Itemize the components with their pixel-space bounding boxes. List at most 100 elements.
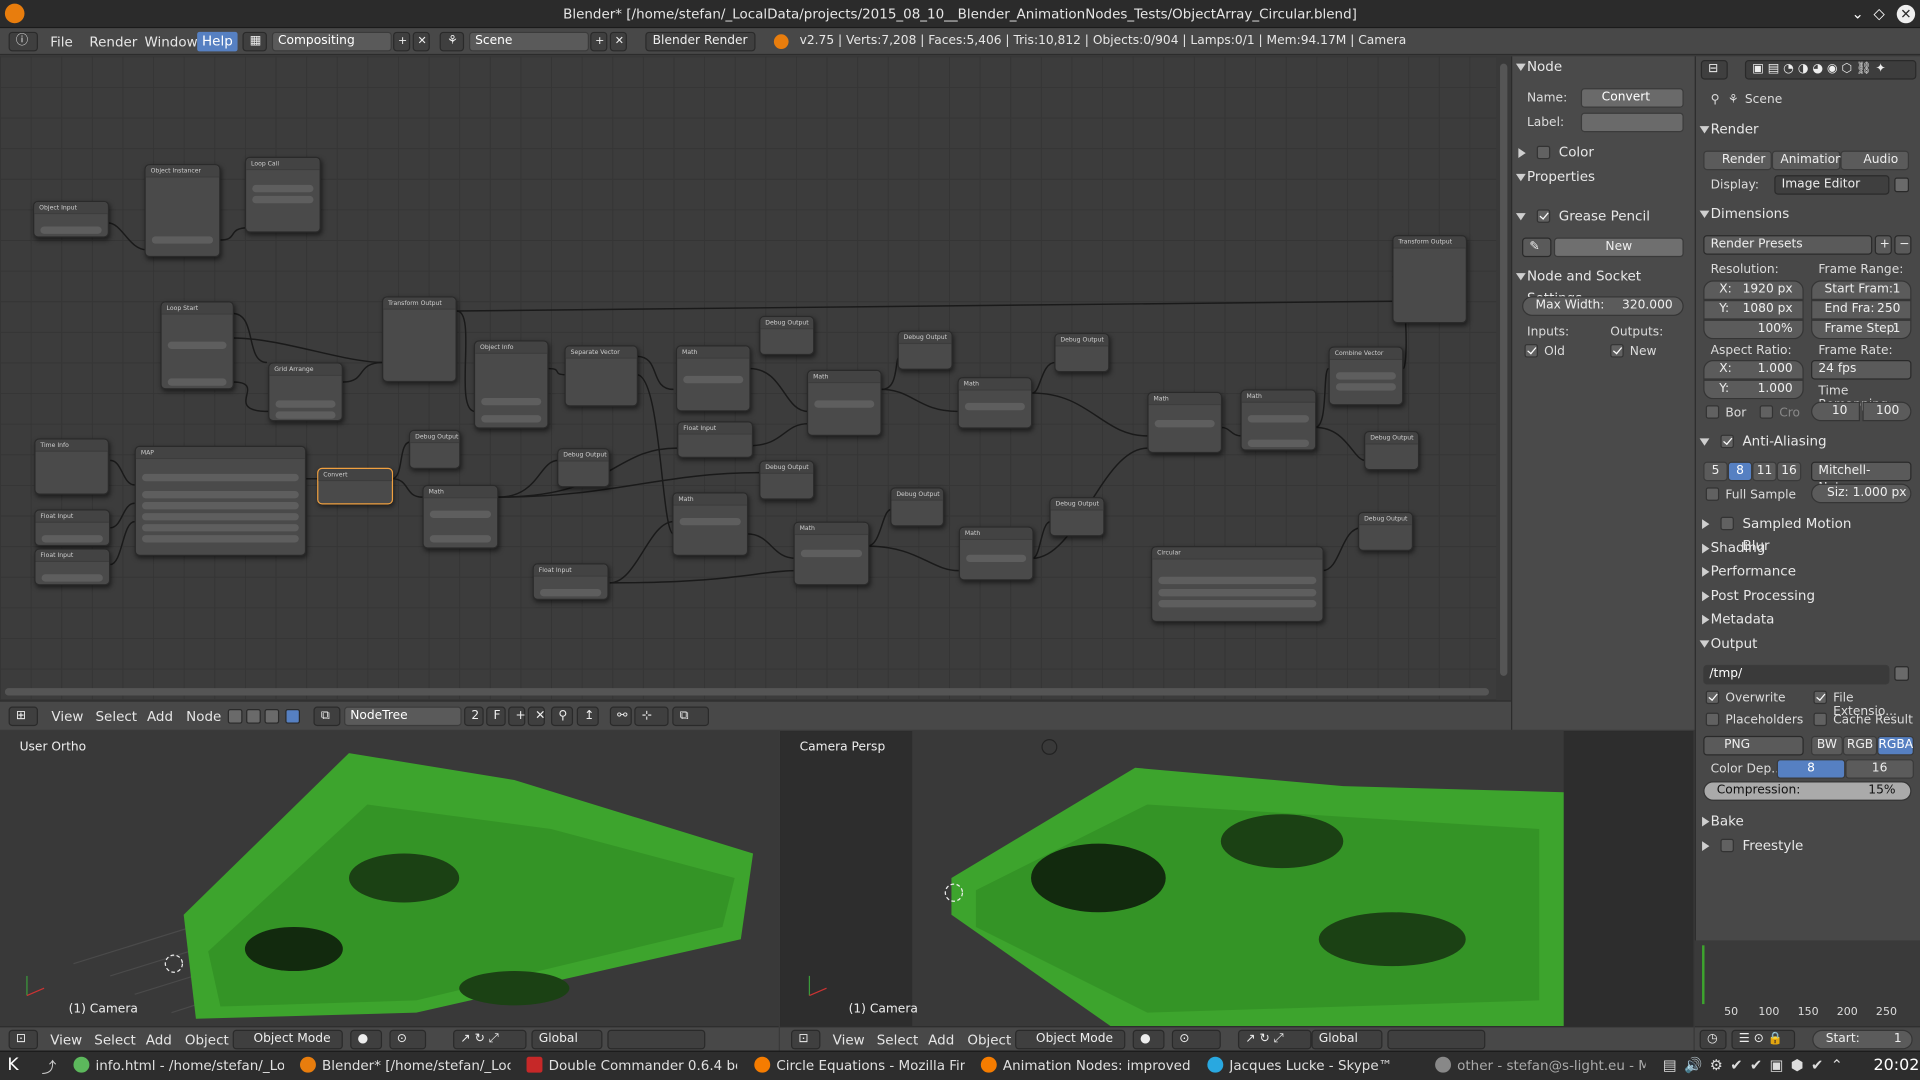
audio-button[interactable]: Audio (1840, 150, 1909, 171)
border-checkbox[interactable] (1705, 405, 1720, 419)
grease-pencil-browse-icon[interactable]: ✎ (1522, 237, 1552, 258)
res-y-field[interactable]: Y: 1080 px (1703, 300, 1804, 320)
cache-result-checkbox[interactable] (1813, 712, 1827, 727)
editor-type-3dview-left-icon[interactable]: ⊡ (8, 1029, 38, 1050)
vr-orientation-select[interactable]: Global (1311, 1029, 1383, 1050)
editor-type-node-icon[interactable]: ⊞ (8, 706, 38, 727)
vr-menu-select[interactable]: Select (877, 1032, 919, 1048)
remove-preset-icon[interactable]: − (1894, 235, 1912, 255)
editor-type-properties-icon[interactable]: ⊟ (1700, 60, 1728, 80)
menu-window[interactable]: Window (144, 34, 197, 50)
frame-rate-select[interactable]: 24 fps (1811, 360, 1912, 380)
new-tree-icon[interactable]: + (508, 706, 526, 727)
render-engine-select[interactable]: Blender Render (645, 31, 756, 52)
node-combine-vector[interactable]: Combine Vector (1328, 346, 1404, 406)
properties-context-tabs[interactable]: ▣ ▤ ◔ ◑ ◕ ◉ ⬡ ⛓ ✦ (1744, 60, 1917, 80)
node-menu-node[interactable]: Node (186, 709, 221, 725)
anti-aliasing-checkbox[interactable] (1720, 434, 1734, 449)
task-firefox-circle[interactable]: Circle Equations - Mozilla Firefo (776, 1058, 965, 1074)
node-debug-output-6[interactable]: Debug Output (557, 448, 610, 488)
motion-blur-checkbox[interactable] (1720, 516, 1734, 531)
node-menu-add[interactable]: Add (147, 709, 173, 725)
panel-render-header[interactable]: Render (1696, 119, 1880, 141)
editor-type-3dview-right-icon[interactable]: ⊡ (791, 1029, 821, 1050)
node-tree-name-field[interactable]: NodeTree (344, 706, 462, 727)
vl-pivot-icon[interactable]: ⊙ (389, 1029, 427, 1050)
panel-bake-header[interactable]: Bake (1696, 811, 1880, 833)
file-browse-icon[interactable] (1894, 666, 1909, 681)
color-depth-16-button[interactable]: 16 (1845, 759, 1914, 779)
node-editor-vscroll[interactable] (1496, 56, 1512, 701)
vl-layers[interactable] (607, 1029, 706, 1050)
vr-menu-add[interactable]: Add (928, 1032, 954, 1048)
3d-viewport-left[interactable]: User Ortho (1) Camera (0, 731, 779, 1027)
max-width-field[interactable]: Max Width: 320.000 (1522, 296, 1684, 316)
node-debug-output-1[interactable]: Debug Output (759, 315, 815, 356)
file-extension-checkbox[interactable] (1813, 690, 1827, 705)
output-path-field[interactable]: /tmp/ (1703, 664, 1890, 685)
node-transform-output-1[interactable]: Transform Output (382, 296, 457, 383)
snap-mode-select[interactable]: ⊹ (634, 706, 669, 727)
node-debug-output-7[interactable]: Debug Output (759, 460, 815, 500)
vl-manipulator-icons[interactable]: ↗ ↻ ⤢ (453, 1029, 527, 1050)
color-rgb-button[interactable]: RGB (1842, 735, 1878, 756)
node-label-field[interactable] (1580, 112, 1684, 133)
task-blender[interactable]: Blender* [/home/stefan/_Local (322, 1058, 511, 1074)
panel-shading-header[interactable]: Shading (1696, 538, 1880, 560)
res-x-field[interactable]: X: 1920 px (1703, 280, 1804, 301)
input-old-checkbox[interactable] (1524, 344, 1538, 358)
vl-orientation-select[interactable]: Global (531, 1029, 603, 1050)
task-animation-nodes[interactable]: Animation Nodes: improved Expr (1003, 1058, 1192, 1074)
animation-button[interactable]: Animation (1771, 150, 1843, 171)
scene-field[interactable]: Scene (468, 31, 589, 52)
parent-tree-icon[interactable]: ↥ (576, 706, 599, 727)
node-debug-output-8[interactable]: Debug Output (890, 487, 945, 527)
texture-tree-icon[interactable] (264, 708, 280, 724)
panel-dimensions-header[interactable]: Dimensions (1696, 203, 1880, 225)
kde-menu-icon[interactable]: K (7, 1056, 18, 1076)
remap-old-field[interactable]: 10 (1811, 401, 1861, 422)
scene-icon[interactable]: ⚘ (439, 31, 465, 52)
panel-metadata-header[interactable]: Metadata (1696, 609, 1880, 631)
node-map-expression[interactable]: MAP (134, 445, 307, 556)
compression-slider[interactable]: Compression: 15% (1703, 781, 1912, 801)
aspect-x-field[interactable]: X: 1.000 (1703, 360, 1804, 380)
node-float-input-2[interactable]: Float Input (34, 548, 111, 586)
placeholders-checkbox[interactable] (1705, 712, 1720, 727)
unlink-tree-icon[interactable]: ✕ (527, 706, 545, 727)
restore-icon[interactable]: ◇ (1873, 5, 1884, 22)
shader-tree-icon[interactable] (227, 708, 243, 724)
node-math-add-1[interactable]: Math (806, 369, 882, 436)
node-time-info[interactable]: Time Info (34, 438, 109, 495)
vr-menu-object[interactable]: Object (967, 1032, 1011, 1048)
node-tree-users[interactable]: 2 (464, 706, 484, 727)
file-format-select[interactable]: PNG (1703, 735, 1804, 756)
fake-user-toggle[interactable]: F (486, 706, 506, 727)
node-debug-output-3[interactable]: Debug Output (1054, 333, 1110, 373)
panel-node-header[interactable]: Node (1512, 56, 1696, 78)
lock-interface-icon[interactable] (1894, 177, 1909, 193)
node-debug-output-4[interactable]: Debug Output (1364, 431, 1420, 471)
add-screen-icon[interactable]: + (393, 31, 411, 52)
node-convert-active[interactable]: Convert (317, 467, 394, 505)
node-math-multiply-1[interactable]: Math (1147, 391, 1223, 454)
color-checkbox[interactable] (1536, 145, 1551, 160)
timeline-start-field[interactable]: Start: 1 (1812, 1029, 1913, 1050)
vr-layers[interactable] (1387, 1029, 1486, 1050)
node-math-sine[interactable]: Math (958, 526, 1034, 581)
render-button[interactable]: Render (1703, 150, 1772, 171)
editor-type-info-icon[interactable]: ⓘ (8, 31, 38, 52)
node-math-divide-2[interactable]: Math (422, 484, 499, 549)
node-tree-browse-icon[interactable]: ⧉ (313, 706, 341, 727)
color-bw-button[interactable]: BW (1811, 735, 1843, 756)
color-rgba-button[interactable]: RGBA (1877, 735, 1914, 756)
color-depth-8-button[interactable]: 8 (1776, 759, 1846, 779)
panel-socket-settings-header[interactable]: Node and Socket Settings (1512, 266, 1696, 306)
freestyle-checkbox[interactable] (1720, 838, 1734, 853)
panel-post-processing-header[interactable]: Post Processing (1696, 585, 1880, 607)
aa-samples-11[interactable]: 11 (1752, 461, 1777, 482)
node-float-input-3[interactable]: Float Input (532, 563, 609, 601)
remap-new-field[interactable]: 100 (1862, 401, 1912, 422)
end-frame-field[interactable]: End Fra: 250 (1811, 300, 1912, 320)
animation-nodes-tree-icon[interactable] (285, 708, 301, 724)
